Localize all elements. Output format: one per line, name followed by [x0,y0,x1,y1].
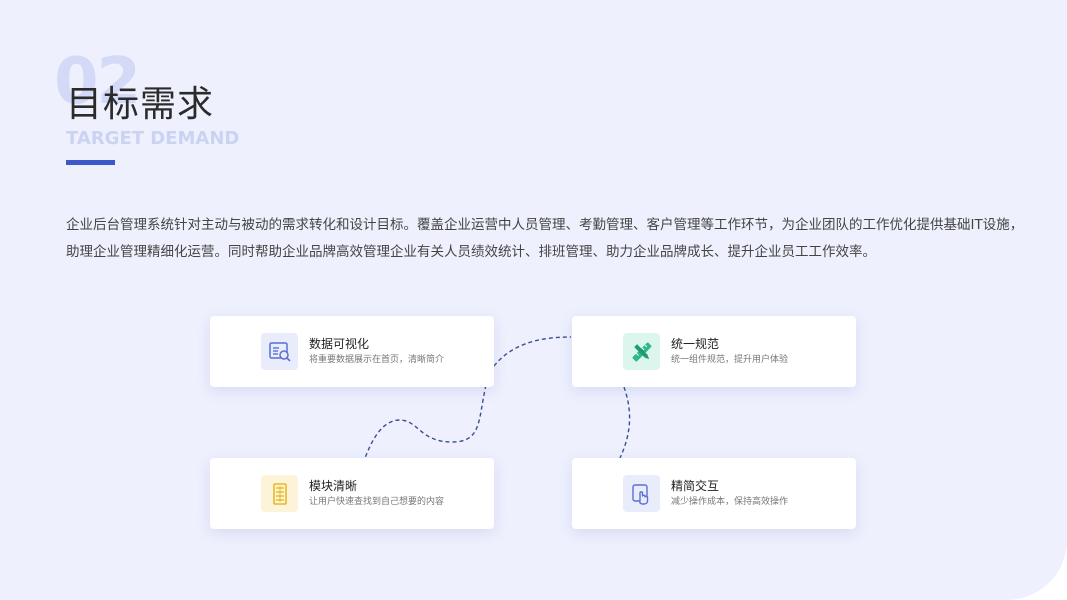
card-title: 统一规范 [671,337,720,351]
dashed-connector [364,336,631,459]
feature-card-data-visual: 数据可视化 将重要数据展示在首页，清晰简介 [210,316,494,387]
card-subtitle: 让用户快速查找到自己想要的内容 [309,497,445,507]
card-subtitle: 将重要数据展示在首页，清晰简介 [309,355,445,365]
card-subtitle: 统一组件规范，提升用户体验 [671,355,789,365]
touch-icon [623,475,660,512]
feature-card-modules: 模块清晰 让用户快速查找到自己想要的内容 [210,458,494,529]
card-title: 模块清晰 [309,479,358,493]
module-icon [261,475,298,512]
data-visual-icon [261,333,298,370]
card-title: 精简交互 [671,479,720,493]
ruler-pencil-icon [623,333,660,370]
feature-card-unified-spec: 统一规范 统一组件规范，提升用户体验 [572,316,856,387]
slide: 02 目标需求 TARGET DEMAND 企业后台管理系统针对主动与被动的需求… [0,0,1067,600]
card-subtitle: 减少操作成本，保持高效操作 [671,497,789,507]
feature-card-simple-interaction: 精简交互 减少操作成本，保持高效操作 [572,458,856,529]
card-title: 数据可视化 [309,337,370,351]
